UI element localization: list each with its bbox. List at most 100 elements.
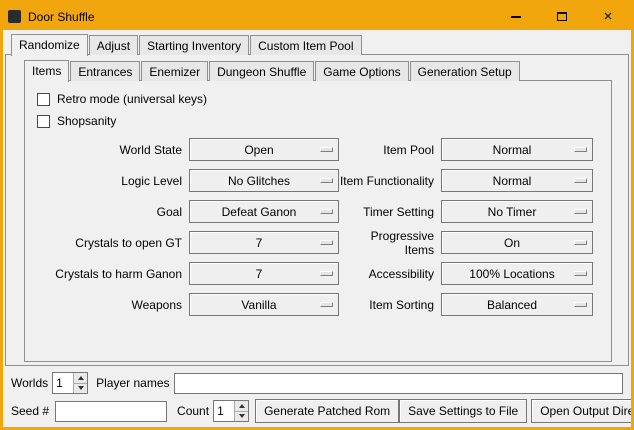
checkbox-icon — [37, 115, 50, 128]
count-label: Count — [177, 404, 209, 418]
worlds-row: Worlds Player names — [11, 372, 623, 394]
arrow-up-icon — [78, 376, 84, 380]
count-spinner[interactable] — [213, 400, 249, 422]
logic-level-value: No Glitches — [228, 174, 300, 188]
world-state-value: Open — [244, 143, 283, 157]
outer-tabbar: Randomize Adjust Starting Inventory Cust… — [11, 33, 363, 55]
accessibility-dropdown[interactable]: 100% Locations — [441, 262, 593, 285]
tab-custom-item-pool[interactable]: Custom Item Pool — [250, 35, 361, 55]
settings-grid: World State Open Item Pool Normal Logic … — [27, 134, 611, 320]
generate-patched-rom-button[interactable]: Generate Patched Rom — [255, 399, 399, 423]
progressive-items-label: Progressive Items — [339, 229, 441, 257]
progressive-items-dropdown[interactable]: On — [441, 231, 593, 254]
minimize-icon — [511, 16, 521, 18]
player-names-input[interactable] — [174, 373, 624, 394]
dropdown-indicator-icon — [574, 178, 587, 183]
randomize-pane: Items Entrances Enemizer Dungeon Shuffle… — [5, 54, 629, 366]
count-spin-up-button[interactable] — [234, 401, 248, 411]
tab-items[interactable]: Items — [24, 60, 69, 82]
worlds-label: Worlds — [11, 376, 48, 390]
weapons-label: Weapons — [27, 298, 189, 312]
worlds-spin-up-button[interactable] — [73, 373, 87, 383]
window-title: Door Shuffle — [28, 10, 95, 24]
dropdown-indicator-icon — [574, 147, 587, 152]
tab-enemizer[interactable]: Enemizer — [141, 61, 208, 81]
count-spin-down-button[interactable] — [234, 411, 248, 422]
item-pool-value: Normal — [493, 143, 542, 157]
worlds-spin-arrows — [73, 373, 87, 393]
item-sorting-label: Item Sorting — [339, 298, 441, 312]
shopsanity-label: Shopsanity — [57, 114, 116, 128]
world-state-dropdown[interactable]: Open — [189, 138, 339, 161]
progressive-items-value: On — [504, 236, 530, 250]
retro-mode-checkbox[interactable]: Retro mode (universal keys) — [37, 88, 611, 110]
tab-adjust[interactable]: Adjust — [89, 35, 138, 55]
seed-row: Seed # Count Generate Patched Rom Save S… — [11, 399, 623, 423]
tab-game-options[interactable]: Game Options — [315, 61, 408, 81]
dropdown-indicator-icon — [574, 271, 587, 276]
crystals-harm-ganon-dropdown[interactable]: 7 — [189, 262, 339, 285]
tab-entrances[interactable]: Entrances — [70, 61, 140, 81]
goal-label: Goal — [27, 205, 189, 219]
titlebar[interactable]: Door Shuffle × — [3, 3, 631, 30]
door-shuffle-window: Door Shuffle × Randomize Adjust Starting… — [0, 0, 634, 430]
arrow-down-icon — [78, 386, 84, 390]
dropdown-indicator-icon — [320, 302, 333, 307]
maximize-icon — [557, 12, 567, 21]
logic-level-dropdown[interactable]: No Glitches — [189, 169, 339, 192]
open-output-directory-button[interactable]: Open Output Directory — [531, 399, 634, 423]
inner-tabbar: Items Entrances Enemizer Dungeon Shuffle… — [24, 59, 521, 81]
world-state-label: World State — [27, 143, 189, 157]
maximize-button[interactable] — [539, 3, 585, 30]
seed-label: Seed # — [11, 404, 49, 418]
arrow-up-icon — [239, 404, 245, 408]
items-pane: Retro mode (universal keys) Shopsanity W… — [24, 80, 612, 362]
timer-setting-value: No Timer — [488, 205, 547, 219]
player-names-label: Player names — [96, 376, 169, 390]
dropdown-indicator-icon — [320, 147, 333, 152]
tab-generation-setup[interactable]: Generation Setup — [410, 61, 520, 81]
goal-dropdown[interactable]: Defeat Ganon — [189, 200, 339, 223]
tab-dungeon-shuffle[interactable]: Dungeon Shuffle — [209, 61, 314, 81]
crystals-open-gt-value: 7 — [256, 236, 273, 250]
weapons-value: Vanilla — [241, 298, 286, 312]
close-button[interactable]: × — [585, 3, 631, 30]
minimize-button[interactable] — [493, 3, 539, 30]
crystals-harm-ganon-value: 7 — [256, 267, 273, 281]
shopsanity-checkbox[interactable]: Shopsanity — [37, 110, 611, 132]
crystals-harm-ganon-label: Crystals to harm Ganon — [27, 267, 189, 281]
dropdown-indicator-icon — [574, 240, 587, 245]
accessibility-value: 100% Locations — [469, 267, 564, 281]
goal-value: Defeat Ganon — [222, 205, 307, 219]
crystals-open-gt-label: Crystals to open GT — [27, 236, 189, 250]
arrow-down-icon — [239, 414, 245, 418]
timer-setting-dropdown[interactable]: No Timer — [441, 200, 593, 223]
window-controls: × — [493, 3, 631, 30]
tab-starting-inventory[interactable]: Starting Inventory — [139, 35, 249, 55]
save-settings-button[interactable]: Save Settings to File — [399, 399, 527, 423]
dropdown-indicator-icon — [320, 209, 333, 214]
item-pool-label: Item Pool — [339, 143, 441, 157]
retro-mode-label: Retro mode (universal keys) — [57, 92, 207, 106]
item-sorting-dropdown[interactable]: Balanced — [441, 293, 593, 316]
worlds-spin-down-button[interactable] — [73, 383, 87, 394]
item-pool-dropdown[interactable]: Normal — [441, 138, 593, 161]
worlds-input[interactable] — [53, 373, 73, 393]
seed-input[interactable] — [55, 401, 167, 422]
timer-setting-label: Timer Setting — [339, 205, 441, 219]
worlds-spinner[interactable] — [52, 372, 88, 394]
item-sorting-value: Balanced — [487, 298, 547, 312]
count-input[interactable] — [214, 401, 234, 421]
tab-randomize[interactable]: Randomize — [11, 34, 88, 56]
dropdown-indicator-icon — [574, 209, 587, 214]
checkbox-icon — [37, 93, 50, 106]
logic-level-label: Logic Level — [27, 174, 189, 188]
dropdown-indicator-icon — [320, 178, 333, 183]
crystals-open-gt-dropdown[interactable]: 7 — [189, 231, 339, 254]
dropdown-indicator-icon — [574, 302, 587, 307]
item-functionality-dropdown[interactable]: Normal — [441, 169, 593, 192]
weapons-dropdown[interactable]: Vanilla — [189, 293, 339, 316]
dropdown-indicator-icon — [320, 240, 333, 245]
accessibility-label: Accessibility — [339, 267, 441, 281]
close-icon: × — [604, 9, 613, 24]
